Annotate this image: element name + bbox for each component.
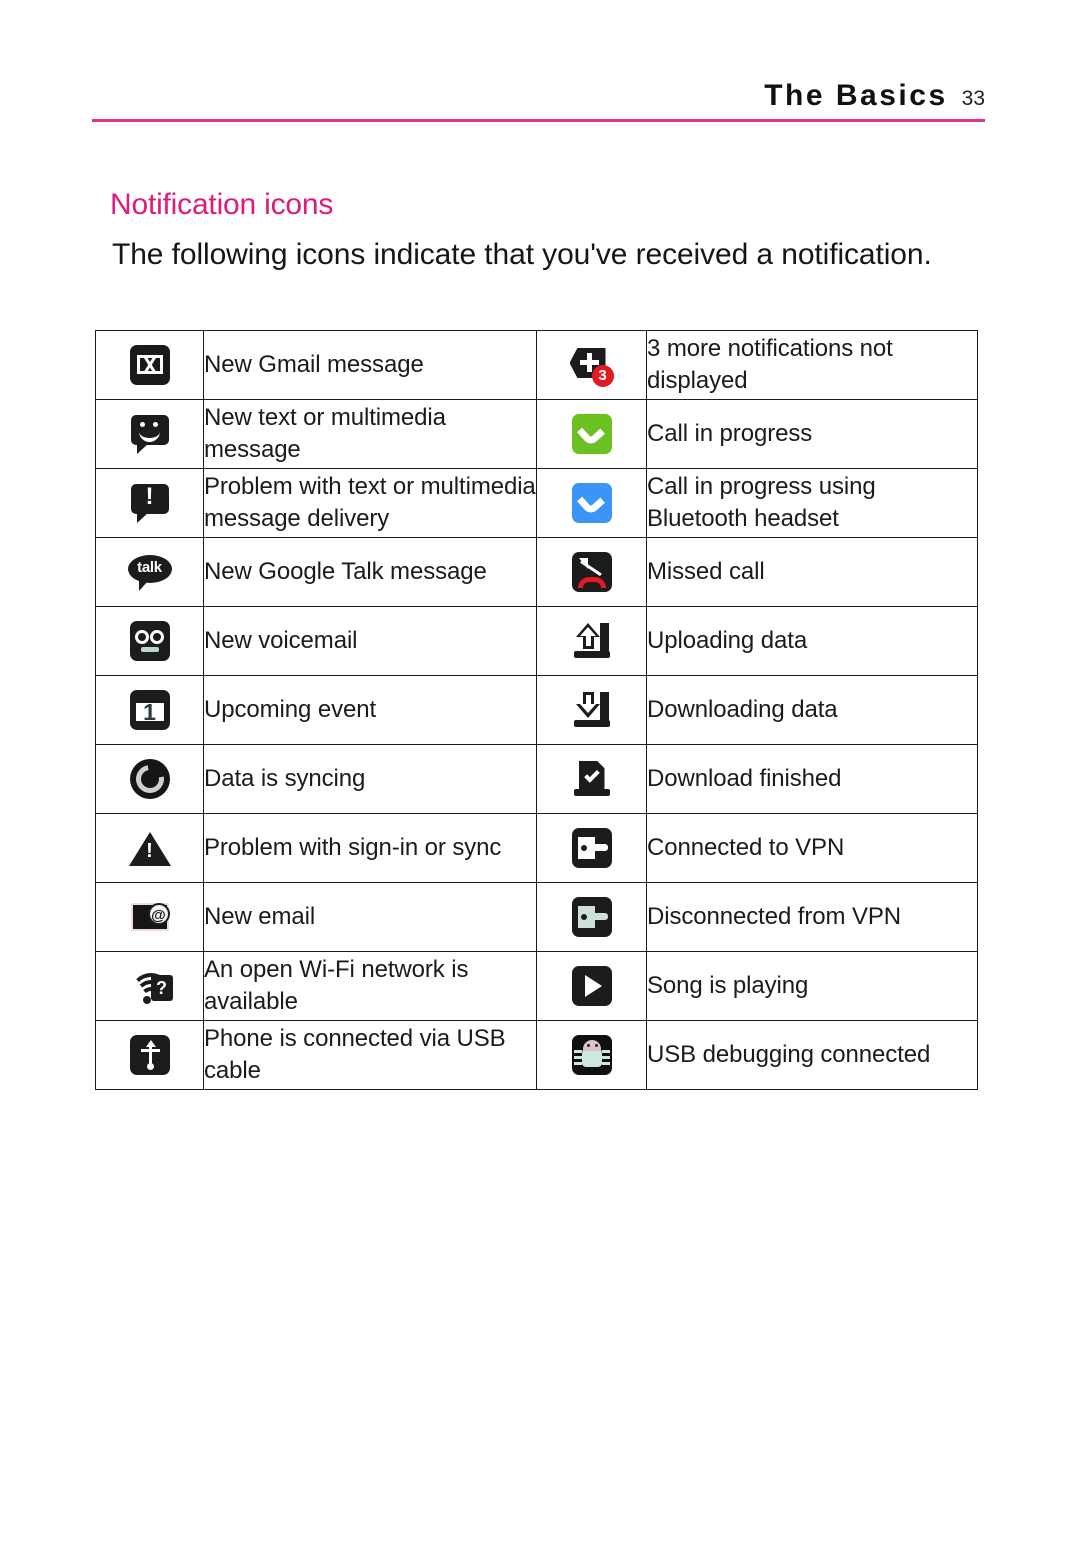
icon-cell: 3 bbox=[536, 330, 647, 400]
icon-cell bbox=[95, 399, 204, 469]
icon-description: Call in progress using Bluetooth headset bbox=[646, 468, 978, 538]
icon-description: Connected to VPN bbox=[646, 813, 978, 883]
icon-description: An open Wi-Fi network is available bbox=[203, 951, 537, 1021]
sms-problem-icon: ! bbox=[127, 480, 173, 526]
new-email-icon: @ bbox=[127, 894, 173, 940]
icon-cell bbox=[536, 951, 647, 1021]
sync-icon bbox=[127, 756, 173, 802]
download-finished-icon bbox=[569, 756, 615, 802]
voicemail-icon bbox=[127, 618, 173, 664]
icon-description: Missed call bbox=[646, 537, 978, 607]
icon-cell bbox=[536, 675, 647, 745]
table-row: New Gmail message 3 3 more notifications… bbox=[95, 330, 978, 400]
icon-description: New Google Talk message bbox=[203, 537, 537, 607]
gmail-icon bbox=[127, 342, 173, 388]
icon-description: Upcoming event bbox=[203, 675, 537, 745]
icon-description: Uploading data bbox=[646, 606, 978, 676]
icon-cell bbox=[536, 813, 647, 883]
icon-cell: ! bbox=[95, 468, 204, 538]
icon-description: Disconnected from VPN bbox=[646, 882, 978, 952]
section-intro-text: The following icons indicate that you've… bbox=[112, 238, 932, 271]
icon-cell bbox=[95, 1020, 204, 1090]
icon-description: Song is playing bbox=[646, 951, 978, 1021]
table-row: New voicemail Uploading data bbox=[95, 606, 978, 676]
icon-cell: @ bbox=[95, 882, 204, 952]
table-row: Data is syncing Download finished bbox=[95, 744, 978, 814]
usb-debugging-bug-icon bbox=[569, 1032, 615, 1078]
table-row: ! Problem with text or multimedia messag… bbox=[95, 468, 978, 538]
icon-cell: ? bbox=[95, 951, 204, 1021]
icon-cell bbox=[536, 468, 647, 538]
play-icon bbox=[569, 963, 615, 1009]
page-header: The Basics 33 bbox=[92, 70, 985, 122]
table-row: @ New email Disconnected from VPN bbox=[95, 882, 978, 952]
notification-icons-table: New Gmail message 3 3 more notifications… bbox=[95, 330, 978, 1090]
icon-cell bbox=[95, 330, 204, 400]
icon-description: Phone is connected via USB cable bbox=[203, 1020, 537, 1090]
icon-cell: ! bbox=[95, 813, 204, 883]
sms-smiley-icon bbox=[127, 411, 173, 457]
icon-cell bbox=[536, 882, 647, 952]
wifi-open-network-icon: ? bbox=[127, 963, 173, 1009]
icon-description: New text or multimedia message bbox=[203, 399, 537, 469]
icon-description: New voicemail bbox=[203, 606, 537, 676]
google-talk-icon: talk bbox=[127, 549, 173, 595]
table-row: Phone is connected via USB cable USB deb… bbox=[95, 1020, 978, 1090]
page-number: 33 bbox=[961, 87, 985, 110]
icon-cell bbox=[536, 399, 647, 469]
icon-description: Downloading data bbox=[646, 675, 978, 745]
page-title: The Basics bbox=[764, 79, 948, 112]
talk-icon-label: talk bbox=[137, 559, 162, 576]
icon-description: Download finished bbox=[646, 744, 978, 814]
table-row: ? An open Wi-Fi network is available Son… bbox=[95, 951, 978, 1021]
icon-description: Problem with text or multimedia message … bbox=[203, 468, 537, 538]
vpn-connected-icon bbox=[569, 825, 615, 871]
icon-description: New email bbox=[203, 882, 537, 952]
call-in-progress-icon bbox=[569, 411, 615, 457]
notification-count-badge: 3 bbox=[591, 365, 614, 387]
vpn-disconnected-icon bbox=[569, 894, 615, 940]
icon-description: Data is syncing bbox=[203, 744, 537, 814]
table-row: 1 Upcoming event Downloading data bbox=[95, 675, 978, 745]
missed-call-icon bbox=[569, 549, 615, 595]
calendar-day-number: 1 bbox=[143, 699, 156, 725]
icon-cell: talk bbox=[95, 537, 204, 607]
icon-description: 3 more notifications not displayed bbox=[646, 330, 978, 400]
icon-cell bbox=[536, 606, 647, 676]
download-icon bbox=[569, 687, 615, 733]
icon-cell bbox=[536, 537, 647, 607]
icon-description: Problem with sign-in or sync bbox=[203, 813, 537, 883]
call-bluetooth-icon bbox=[569, 480, 615, 526]
table-row: New text or multimedia message Call in p… bbox=[95, 399, 978, 469]
icon-cell bbox=[536, 744, 647, 814]
icon-cell bbox=[536, 1020, 647, 1090]
icon-cell bbox=[95, 606, 204, 676]
warning-triangle-icon: ! bbox=[127, 825, 173, 871]
icon-cell: 1 bbox=[95, 675, 204, 745]
usb-icon bbox=[127, 1032, 173, 1078]
icon-description: USB debugging connected bbox=[646, 1020, 978, 1090]
calendar-event-icon: 1 bbox=[127, 687, 173, 733]
upload-icon bbox=[569, 618, 615, 664]
icon-description: Call in progress bbox=[646, 399, 978, 469]
table-row: ! Problem with sign-in or sync Connected… bbox=[95, 813, 978, 883]
section-heading: Notification icons bbox=[110, 187, 334, 221]
icon-description: New Gmail message bbox=[203, 330, 537, 400]
more-notifications-icon: 3 bbox=[569, 342, 615, 388]
icon-cell bbox=[95, 744, 204, 814]
header-inner: The Basics 33 bbox=[764, 79, 985, 113]
table-row: talk New Google Talk message Missed call bbox=[95, 537, 978, 607]
